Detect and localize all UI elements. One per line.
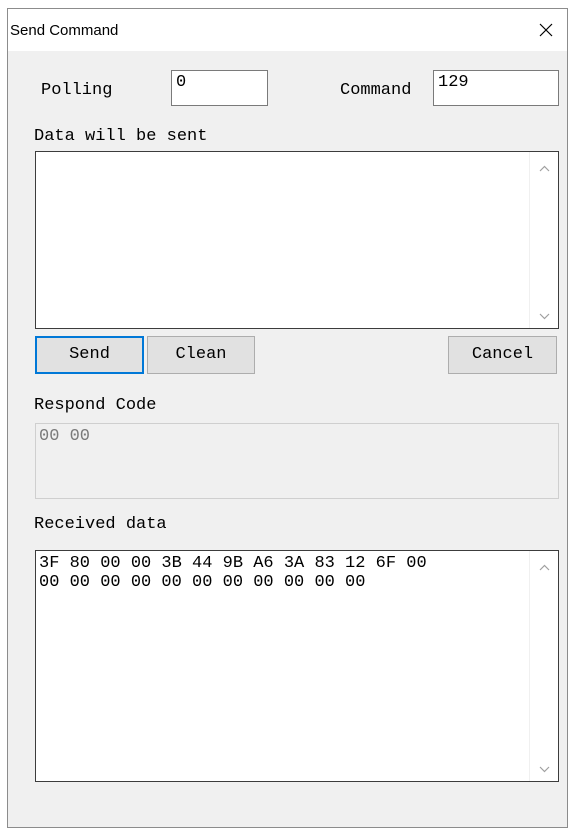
send-button[interactable]: Send [35, 336, 144, 374]
cancel-button[interactable]: Cancel [448, 336, 557, 374]
received-data-label: Received data [34, 515, 167, 534]
command-label: Command [340, 81, 412, 100]
close-button[interactable] [521, 9, 567, 51]
data-to-send-label: Data will be sent [34, 127, 208, 146]
received-data-text: 3F 80 00 00 3B 44 9B A6 3A 83 12 6F 00 0… [39, 554, 427, 592]
data-to-send-textarea[interactable] [35, 151, 559, 329]
command-input[interactable]: 129 [433, 70, 559, 106]
clean-button[interactable]: Clean [147, 336, 255, 374]
respond-code-label: Respond Code [34, 396, 157, 415]
close-icon [539, 23, 553, 37]
data-to-send-scrollbar[interactable] [529, 152, 558, 328]
received-data-scrollbar[interactable] [529, 551, 558, 781]
send-command-dialog: Send Command Polling 0 Command 129 Data … [7, 8, 568, 828]
scroll-up-icon[interactable] [539, 165, 550, 172]
title-bar: Send Command [8, 9, 567, 51]
dialog-title: Send Command [10, 22, 119, 39]
scroll-down-icon[interactable] [539, 313, 550, 320]
scroll-down-icon[interactable] [539, 766, 550, 773]
scroll-up-icon[interactable] [539, 564, 550, 571]
polling-label: Polling [41, 81, 113, 100]
respond-code-field: 00 00 [35, 423, 559, 499]
polling-input[interactable]: 0 [171, 70, 268, 106]
received-data-textarea[interactable]: 3F 80 00 00 3B 44 9B A6 3A 83 12 6F 00 0… [35, 550, 559, 782]
